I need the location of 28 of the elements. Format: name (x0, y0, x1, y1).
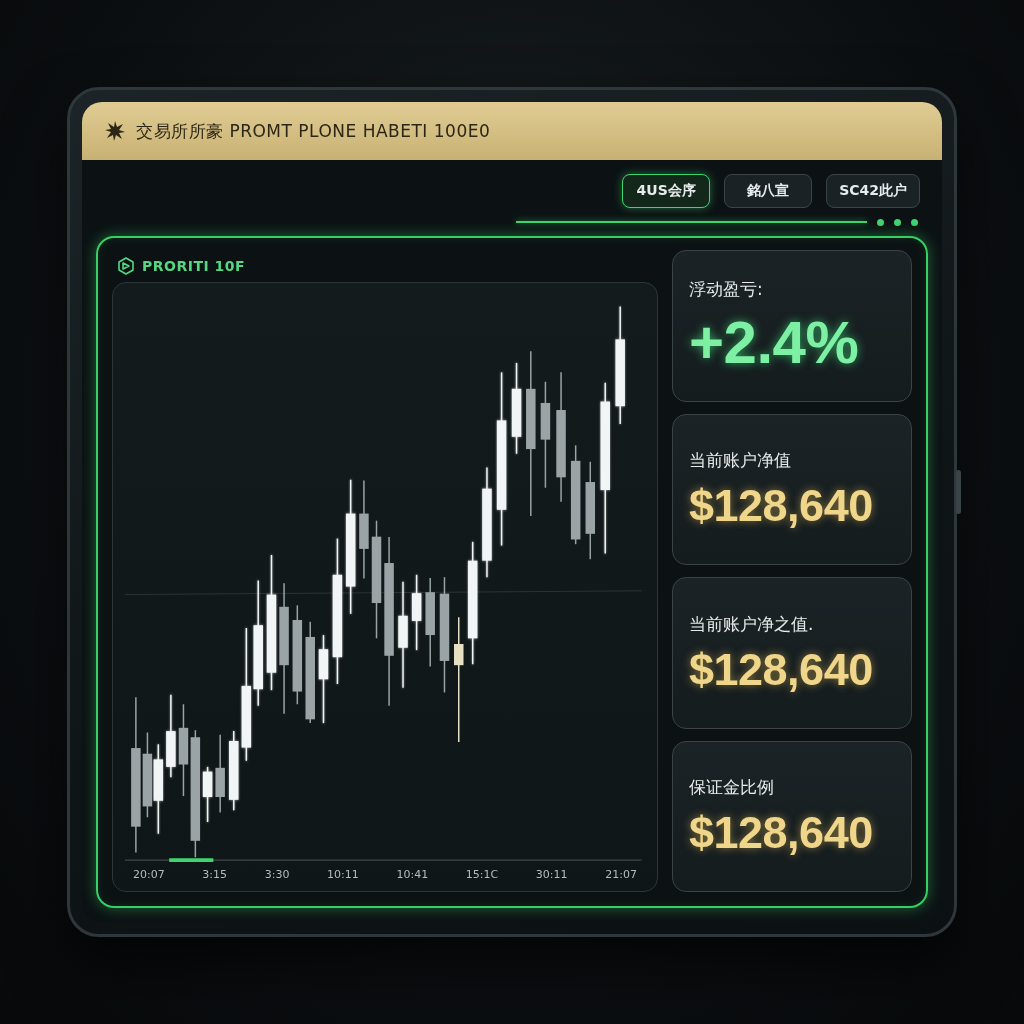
axis-label: 3:15 (202, 868, 228, 881)
nav-button[interactable]: SC42此户 (826, 174, 920, 208)
stat-label: 当前账户净值 (689, 449, 792, 473)
axis-label: 10:11 (327, 868, 359, 881)
axis-label: 21:07 (605, 868, 637, 881)
stat-value: $128,640 (689, 809, 874, 857)
side-button[interactable] (956, 470, 961, 514)
stat-label: 当前账户净之值. (689, 612, 815, 636)
logo-icon (104, 120, 126, 142)
app-title: 交易所所豪 PROMT PLONE HABETI 100E0 (136, 119, 491, 143)
nav-button[interactable]: 4US会序 (622, 174, 711, 208)
axis-label: 10:41 (396, 868, 429, 881)
stat-label: 浮动盈亏: (689, 277, 764, 301)
axis-label: 15:1C (465, 868, 499, 881)
axis-label: 3:30 (264, 868, 290, 881)
stat-value: $128,640 (689, 482, 874, 530)
range-indicator (169, 858, 214, 862)
axis-label: 20:07 (133, 868, 165, 881)
dot-icon (877, 218, 884, 226)
chart-title: PRORITI 10F (142, 258, 246, 274)
dot-icon (894, 218, 901, 226)
stat-label: 保证金比例 (689, 776, 775, 800)
stat-value: +2.4% (689, 310, 860, 374)
axis-label: 30:11 (535, 868, 568, 881)
hexagon-icon (118, 257, 134, 275)
stat-value: $128,640 (689, 645, 874, 693)
nav-button[interactable]: 銘八宣 (724, 174, 813, 208)
dot-icon (911, 218, 918, 226)
